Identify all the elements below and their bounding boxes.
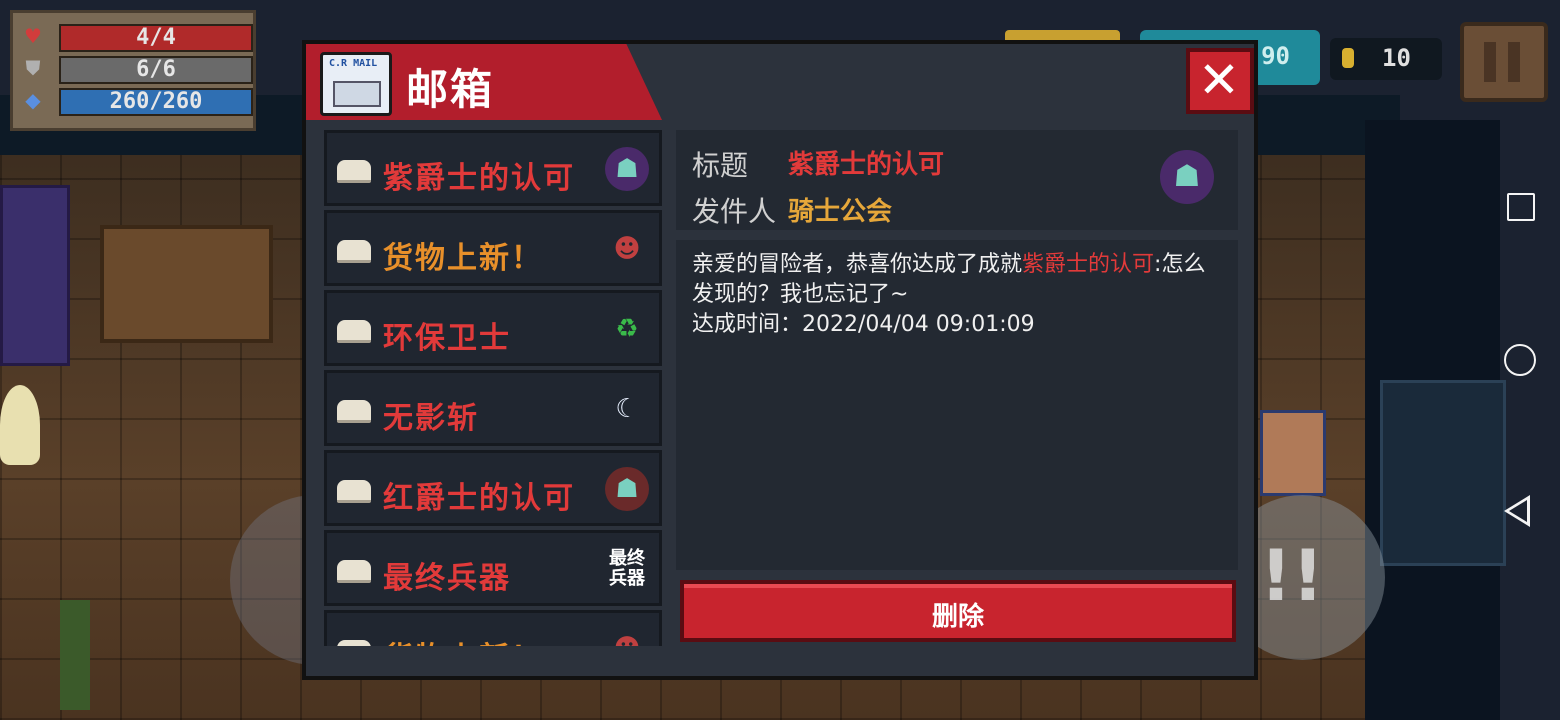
shop-counter — [100, 225, 273, 343]
mailbox-dialog: C.R MAIL 邮箱 ✕ 紫爵士的认可 ☗ 货物上新！ ☻ 环保卫士 ♻ 无影… — [302, 40, 1258, 680]
player-stats-panel: ♥ 4/4 ⛊ 6/6 ◆ 260/260 — [10, 10, 256, 131]
envelope-icon — [337, 320, 371, 343]
energy-bar: 260/260 — [59, 88, 253, 116]
coin-counter: 10 — [1330, 38, 1442, 80]
mail-item-title: 红爵士的认可 — [383, 481, 575, 516]
recents-icon[interactable] — [1507, 193, 1535, 221]
mail-icon: C.R MAIL — [320, 52, 392, 116]
recycle-icon: ♻ — [615, 314, 639, 344]
vending-machine — [0, 185, 70, 366]
envelope-icon — [337, 240, 371, 263]
mail-item-title: 紫爵士的认可 — [383, 161, 575, 196]
mail-item[interactable]: 红爵士的认可 ☗ — [324, 450, 662, 526]
shopkeeper-icon: ☻ — [605, 627, 649, 646]
purple-knight-icon: ☗ — [1160, 150, 1214, 204]
coin-icon — [1342, 48, 1354, 68]
mail-item[interactable]: 货物上新！ ☻ — [324, 210, 662, 286]
message-text: 亲爱的冒险者，恭喜你达成了成就 — [692, 252, 1023, 277]
npc-character — [1260, 410, 1326, 496]
exclamation-icon: !! — [1260, 535, 1324, 617]
ultimate-weapon-icon: 最终 兵器 — [609, 548, 645, 589]
heart-icon: ♥ — [24, 24, 42, 48]
mailbox-header: C.R MAIL 邮箱 — [306, 44, 662, 120]
sender-label: 发件人 — [692, 195, 777, 228]
close-button[interactable]: ✕ — [1186, 48, 1254, 114]
plant — [60, 600, 90, 710]
mail-list[interactable]: 紫爵士的认可 ☗ 货物上新！ ☻ 环保卫士 ♻ 无影斩 ☾ 红爵士的认可 ☗ 最… — [324, 130, 664, 646]
android-nav-bar — [1500, 0, 1560, 720]
mailbox-title: 邮箱 — [406, 65, 495, 114]
subject-label: 标题 — [692, 149, 749, 182]
mail-message: 亲爱的冒险者，恭喜你达成了成就紫爵士的认可:怎么发现的？我也忘记了~ 达成时间：2… — [692, 250, 1222, 340]
mail-item[interactable]: 无影斩 ☾ — [324, 370, 662, 446]
mail-item[interactable]: 最终兵器 最终 兵器 — [324, 530, 662, 606]
shield-stat: ⛊ 6/6 — [21, 55, 253, 84]
health-stat: ♥ 4/4 — [21, 23, 253, 52]
back-icon[interactable] — [1504, 495, 1530, 527]
red-knight-icon: ☗ — [605, 467, 649, 511]
mail-item-title: 环保卫士 — [383, 321, 511, 356]
delete-button[interactable]: 删除 — [680, 580, 1236, 642]
mail-item[interactable]: 紫爵士的认可 ☗ — [324, 130, 662, 206]
shield-icon: ⛊ — [25, 56, 41, 80]
coin-count: 10 — [1382, 44, 1411, 72]
mail-detail-header: 标题 紫爵士的认可 发件人 骑士公会 ☗ — [676, 130, 1238, 230]
envelope-icon — [337, 160, 371, 183]
mail-item-title: 无影斩 — [383, 401, 479, 436]
mail-item-title: 货物上新！ — [383, 241, 543, 276]
delete-button-label: 删除 — [931, 602, 984, 632]
envelope-icon — [337, 400, 371, 423]
mail-item-title: 货物上新！ — [383, 633, 543, 646]
energy-stat: ◆ 260/260 — [21, 87, 253, 116]
close-icon: ✕ — [1198, 51, 1240, 109]
health-bar: 4/4 — [59, 24, 253, 52]
mail-item-title: 最终兵器 — [383, 561, 511, 596]
gem-counter-value: 90 — [1261, 42, 1290, 70]
purple-knight-icon: ☗ — [605, 147, 649, 191]
mail-item[interactable]: 货物上新！ ☻ — [324, 610, 662, 646]
envelope-shape — [333, 81, 381, 107]
shield-bar: 6/6 — [59, 56, 253, 84]
mail-item[interactable]: 环保卫士 ♻ — [324, 290, 662, 366]
crescent-slash-icon: ☾ — [615, 394, 639, 424]
achievement-time: 达成时间：2022/04/04 09:01:09 — [692, 312, 1035, 337]
diamond-icon: ◆ — [25, 88, 41, 112]
shopkeeper-icon: ☻ — [613, 234, 641, 264]
mail-detail-body: 亲爱的冒险者，恭喜你达成了成就紫爵士的认可:怎么发现的？我也忘记了~ 达成时间：2… — [676, 240, 1238, 570]
sender-value: 骑士公会 — [788, 197, 893, 227]
subject-value: 紫爵士的认可 — [788, 150, 945, 180]
corridor — [1380, 380, 1506, 566]
achievement-name: 紫爵士的认可 — [1022, 252, 1155, 277]
envelope-icon — [337, 480, 371, 503]
ghost-npc — [0, 385, 40, 465]
home-icon[interactable] — [1504, 344, 1536, 376]
envelope-icon — [337, 560, 371, 583]
envelope-icon — [337, 640, 371, 646]
pause-bar-left — [1484, 42, 1496, 82]
mail-icon-label: C.R MAIL — [329, 58, 378, 69]
